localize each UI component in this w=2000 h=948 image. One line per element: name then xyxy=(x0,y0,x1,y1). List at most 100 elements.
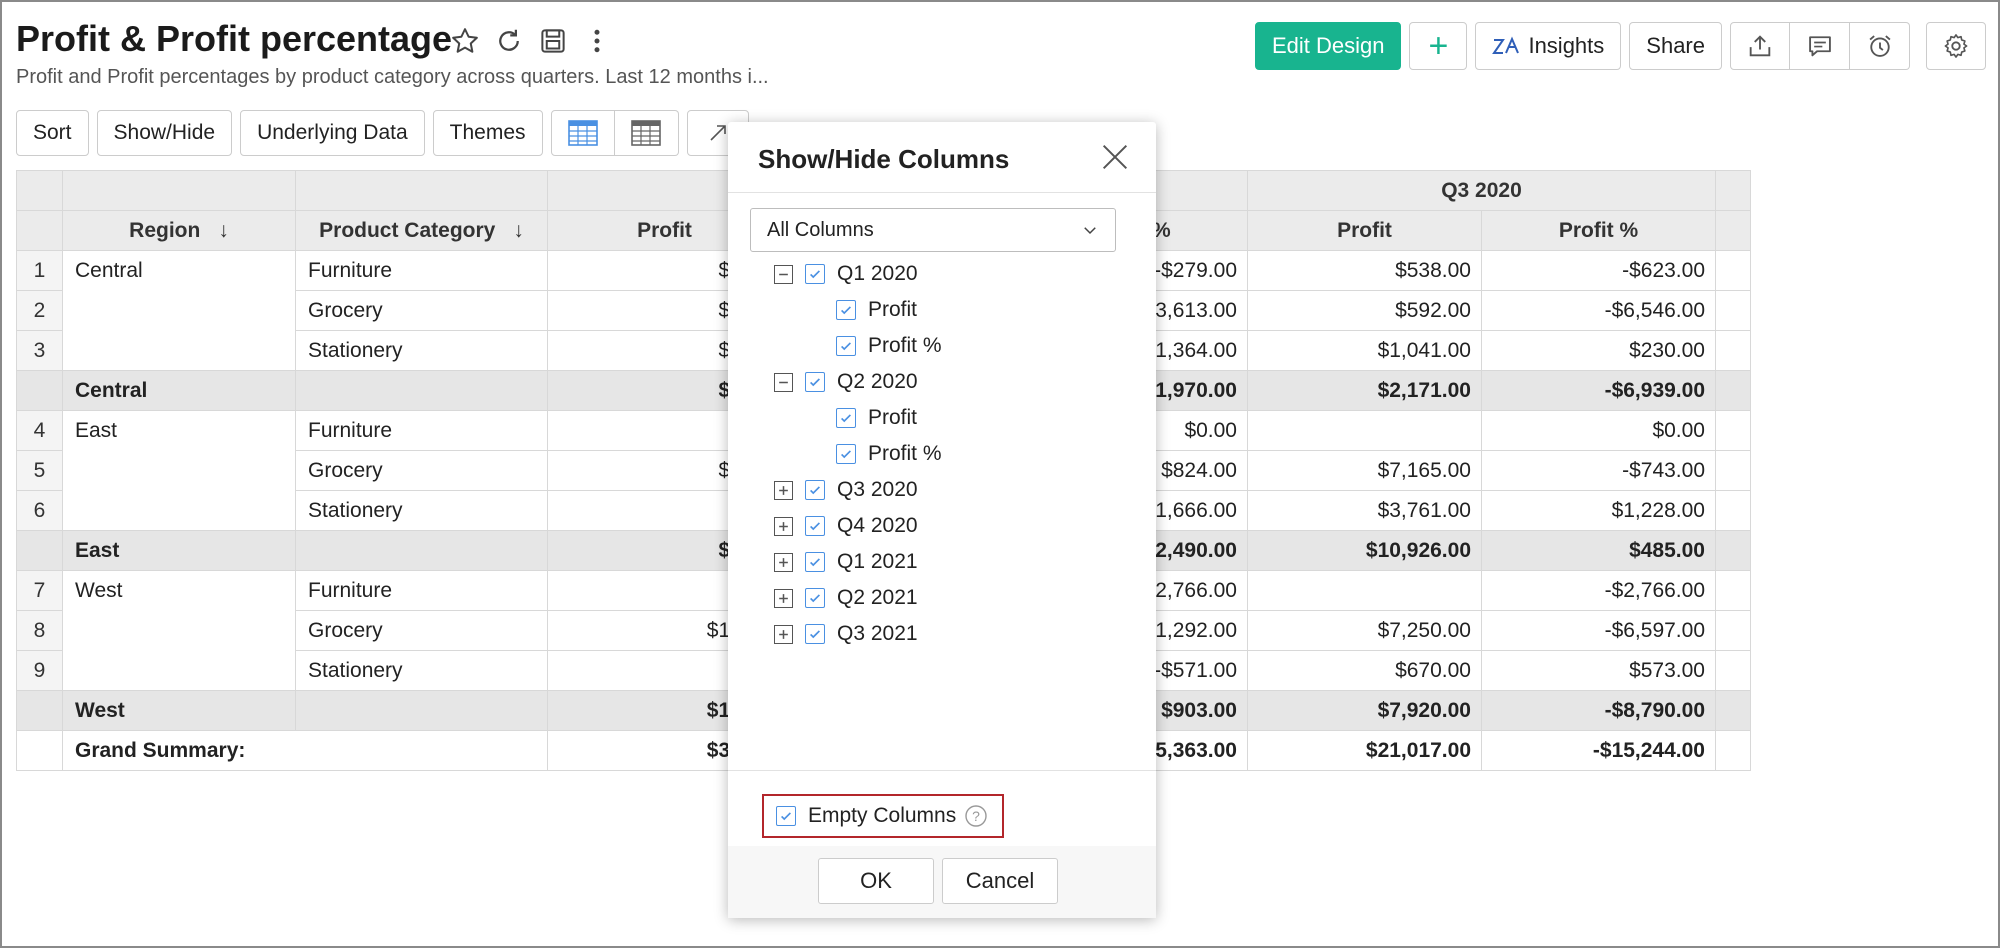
settings-button[interactable] xyxy=(1926,22,1986,70)
tree-group-item[interactable]: Q3 2021 xyxy=(774,618,918,650)
row-number-cell: 8 xyxy=(16,610,63,651)
group-header-blank xyxy=(295,170,548,211)
collapse-icon[interactable] xyxy=(774,372,793,392)
tree-item-label: Q2 2021 xyxy=(837,586,918,609)
tree-item-label: Profit xyxy=(868,298,918,321)
column-checkbox[interactable] xyxy=(805,552,825,572)
alarm-icon xyxy=(1868,35,1891,57)
region-cell xyxy=(62,450,296,491)
chevron-down-icon xyxy=(1084,227,1096,235)
tree-group-item[interactable]: Q2 2020 xyxy=(774,366,918,398)
region-cell xyxy=(62,330,296,371)
check-icon xyxy=(841,450,851,459)
comment-icon xyxy=(1808,36,1831,57)
column-checkbox[interactable] xyxy=(836,408,856,428)
top-actions: Edit Design + Insights Share xyxy=(1254,22,1986,70)
expand-icon[interactable] xyxy=(774,516,793,536)
tree-item-label: Q2 2020 xyxy=(837,370,918,393)
q3-profit-cell: $2,171.00 xyxy=(1247,370,1482,411)
q3-profit-pct-cell: -$6,546.00 xyxy=(1481,290,1716,331)
expand-icon[interactable] xyxy=(774,552,793,572)
expand-icon[interactable] xyxy=(774,480,793,500)
grand-summary-label: Grand Summary: xyxy=(62,730,548,771)
tree-leaf-item[interactable]: Profit % xyxy=(836,330,942,362)
category-cell: Stationery xyxy=(295,330,548,371)
table-view-icon xyxy=(567,120,598,146)
column-checkbox[interactable] xyxy=(805,480,825,500)
column-checkbox[interactable] xyxy=(805,588,825,608)
overflow-cell xyxy=(1715,250,1751,291)
column-checkbox[interactable] xyxy=(805,264,825,284)
star-icon[interactable] xyxy=(450,26,480,61)
tree-leaf-item[interactable]: Profit xyxy=(836,402,917,434)
empty-columns-option[interactable]: Empty Columns ? xyxy=(762,794,1004,838)
column-checkbox[interactable] xyxy=(805,624,825,644)
q3-profit-pct-cell: -$2,766.00 xyxy=(1481,570,1716,611)
row-number-cell: 2 xyxy=(16,290,63,331)
region-cell xyxy=(62,610,296,651)
collapse-icon[interactable] xyxy=(774,264,793,284)
tree-leaf-item[interactable]: Profit % xyxy=(836,438,942,470)
ok-button[interactable]: OK xyxy=(818,858,934,904)
tree-leaf-item[interactable]: Profit xyxy=(836,294,917,326)
col-header-region[interactable]: Region ↓ xyxy=(62,210,296,251)
column-checkbox[interactable] xyxy=(836,300,856,320)
col-label-product-category: Product Category xyxy=(319,218,496,242)
column-checkbox[interactable] xyxy=(836,444,856,464)
column-checkbox[interactable] xyxy=(836,336,856,356)
row-number-cell: 1 xyxy=(16,250,63,291)
underlying-data-button[interactable]: Underlying Data xyxy=(240,110,425,156)
tabular-view-button[interactable] xyxy=(550,110,615,156)
region-cell xyxy=(62,650,296,691)
column-checkbox[interactable] xyxy=(805,372,825,392)
themes-button[interactable]: Themes xyxy=(432,110,543,156)
pivot-view-button[interactable] xyxy=(614,110,679,156)
expand-icon[interactable] xyxy=(774,588,793,608)
save-icon[interactable] xyxy=(538,26,568,61)
view-toggle xyxy=(550,110,679,156)
empty-columns-checkbox[interactable] xyxy=(776,806,796,826)
column-filter-select[interactable]: All Columns xyxy=(750,208,1116,252)
row-number-cell: 4 xyxy=(16,410,63,451)
close-icon[interactable] xyxy=(1098,140,1132,174)
sort-down-icon[interactable]: ↓ xyxy=(513,219,524,242)
share-button[interactable]: Share xyxy=(1629,22,1722,70)
q3-profit-pct-cell: $573.00 xyxy=(1481,650,1716,691)
page-title: Profit & Profit percentage xyxy=(16,18,453,59)
export-button[interactable] xyxy=(1730,22,1790,70)
tree-group-item[interactable]: Q4 2020 xyxy=(774,510,918,542)
row-number-cell: 9 xyxy=(16,650,63,691)
tree-group-item[interactable]: Q1 2020 xyxy=(774,258,918,290)
q3-profit-cell: $7,250.00 xyxy=(1247,610,1482,651)
overflow-cell xyxy=(1715,370,1751,411)
report-toolbar: Sort Show/Hide Underlying Data Themes xyxy=(16,110,749,156)
q3-profit-pct-cell: -$15,244.00 xyxy=(1481,730,1716,771)
category-cell xyxy=(295,690,548,731)
tree-item-label: Profit xyxy=(868,406,918,429)
expand-icon[interactable] xyxy=(774,624,793,644)
q3-profit-cell: $21,017.00 xyxy=(1247,730,1482,771)
help-icon[interactable]: ? xyxy=(964,804,988,828)
sort-button[interactable]: Sort xyxy=(16,110,89,156)
insights-button[interactable]: Insights xyxy=(1475,22,1622,70)
tree-group-item[interactable]: Q2 2021 xyxy=(774,582,918,614)
q3-profit-cell: $592.00 xyxy=(1247,290,1482,331)
overflow-cell xyxy=(1715,610,1751,651)
edit-design-button[interactable]: Edit Design xyxy=(1254,22,1402,70)
comment-button[interactable] xyxy=(1790,22,1850,70)
col-header-q3-profit-pct[interactable]: Profit % xyxy=(1481,210,1716,251)
alarm-button[interactable] xyxy=(1850,22,1910,70)
cancel-button[interactable]: Cancel xyxy=(942,858,1058,904)
tree-group-item[interactable]: Q1 2021 xyxy=(774,546,918,578)
col-header-q3-profit[interactable]: Profit xyxy=(1247,210,1482,251)
column-checkbox[interactable] xyxy=(805,516,825,536)
q3-profit-cell: $7,165.00 xyxy=(1247,450,1482,491)
refresh-icon[interactable] xyxy=(494,26,524,61)
overflow-cell xyxy=(1715,410,1751,451)
sort-down-icon[interactable]: ↓ xyxy=(218,219,229,242)
tree-group-item[interactable]: Q3 2020 xyxy=(774,474,918,506)
col-header-product-category[interactable]: Product Category ↓ xyxy=(295,210,548,251)
show-hide-button[interactable]: Show/Hide xyxy=(96,110,233,156)
more-vertical-icon[interactable] xyxy=(582,26,612,61)
add-button[interactable]: + xyxy=(1409,22,1468,70)
